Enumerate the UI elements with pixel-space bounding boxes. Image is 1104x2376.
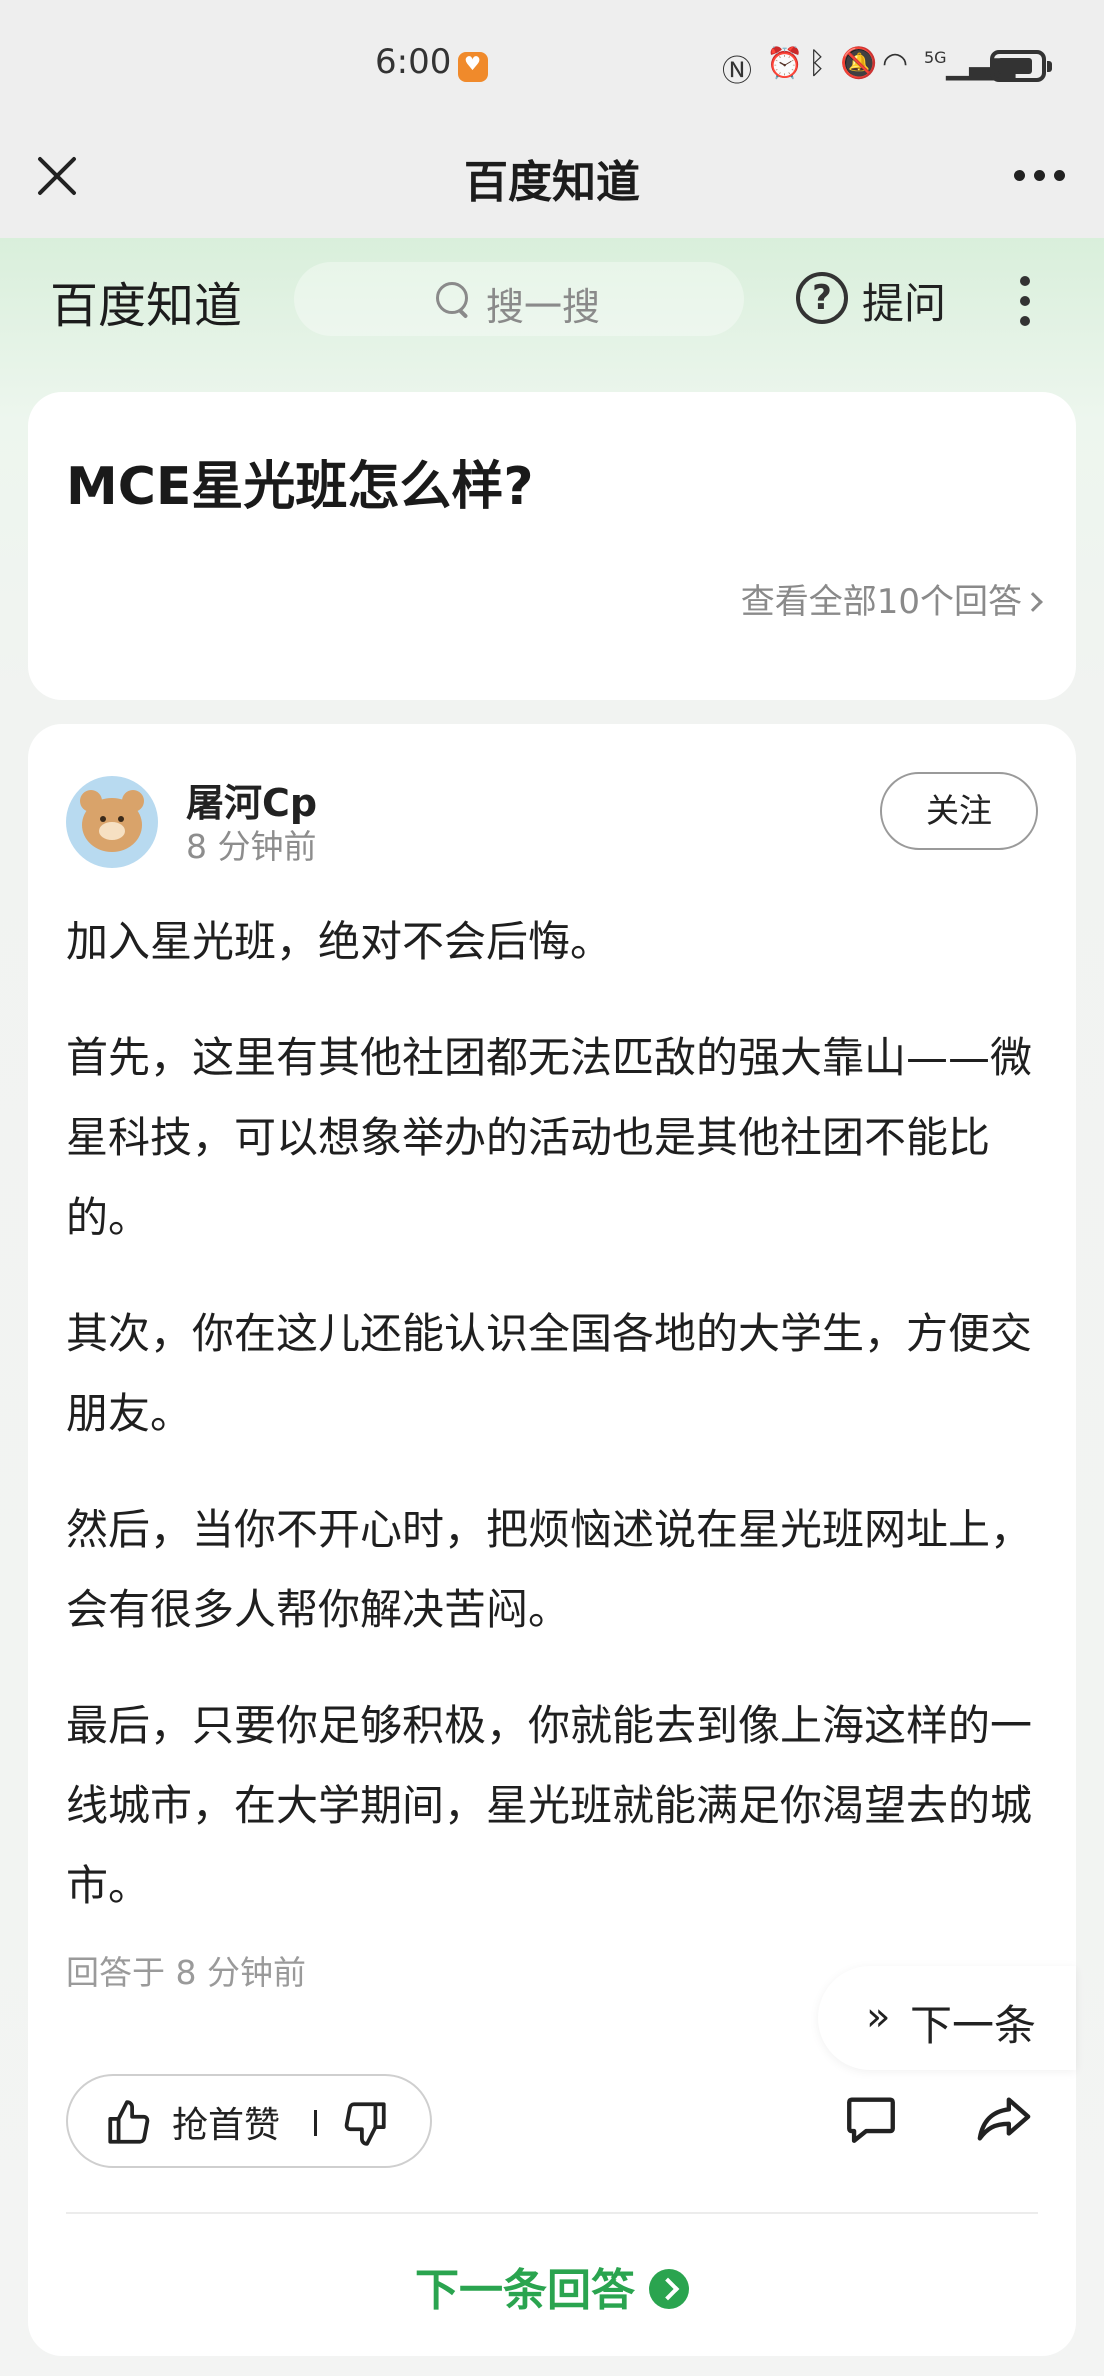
post-time: 8 分钟前 — [186, 827, 317, 866]
next-item-floating-button[interactable]: » 下一条 — [818, 1966, 1076, 2070]
next-answer-button[interactable]: 下一条回答 — [28, 2254, 1076, 2318]
share-icon[interactable] — [974, 2090, 1034, 2148]
thumbs-up-icon[interactable] — [104, 2098, 154, 2148]
chevron-right-icon — [1023, 592, 1043, 612]
title-bar: 百度知道 — [0, 130, 1104, 238]
site-header: 百度知道 搜一搜 ? 提问 — [0, 238, 1104, 358]
answered-time: 回答于 8 分钟前 — [66, 1953, 306, 1992]
arrow-right-circle-icon — [649, 2269, 689, 2309]
ask-question-button[interactable]: ? 提问 — [796, 268, 956, 328]
next-answer-label: 下一条回答 — [415, 2265, 635, 2316]
search-input[interactable]: 搜一搜 — [294, 262, 744, 336]
answer-paragraph: 首先，这里有其他社团都无法匹敌的强大靠山——微星科技，可以想象举办的活动也是其他… — [66, 1033, 1033, 1242]
status-bar: 6:00 Ⓝ ⏰ ᛒ 🔕 ◠ 5G ▁▃▅ — [0, 0, 1104, 130]
app-notification-icon — [458, 52, 488, 82]
avatar[interactable] — [66, 776, 158, 868]
answer-paragraph: 其次，你在这儿还能认识全国各地的大学生，方便交朋友。 — [66, 1309, 1033, 1438]
divider — [66, 2212, 1038, 2214]
view-all-answers-link[interactable]: 查看全部10个回答 — [740, 574, 1043, 623]
battery-icon — [990, 50, 1052, 82]
search-icon — [436, 282, 470, 316]
question-card: MCE星光班怎么样? 查看全部10个回答 — [28, 392, 1076, 700]
nfc-icon: Ⓝ — [722, 54, 752, 89]
mute-icon: 🔕 — [840, 46, 878, 81]
thumbs-down-icon[interactable] — [340, 2098, 390, 2148]
alarm-icon: ⏰ — [766, 46, 804, 81]
search-placeholder: 搜一搜 — [486, 285, 601, 329]
double-chevron-right-icon: » — [866, 1994, 891, 2040]
vote-divider — [314, 2110, 317, 2136]
ask-label: 提问 — [862, 279, 947, 328]
username[interactable]: 屠河Cp — [186, 772, 317, 827]
brand-logo[interactable]: 百度知道 — [50, 266, 242, 336]
more-options-icon[interactable] — [1014, 170, 1066, 182]
question-title: MCE星光班怎么样? — [66, 457, 534, 517]
follow-button[interactable]: 关注 — [880, 772, 1038, 850]
answer-paragraph: 最后，只要你足够积极，你就能去到像上海这样的一线城市，在大学期间，星光班就能满足… — [66, 1701, 1033, 1910]
answer-paragraph: 加入星光班，绝对不会后悔。 — [66, 917, 613, 966]
answer-body: 加入星光班，绝对不会后悔。 首先，这里有其他社团都无法匹敌的强大靠山——微星科技… — [66, 902, 1046, 1962]
next-item-label: 下一条 — [910, 2001, 1037, 2050]
menu-icon[interactable] — [1020, 276, 1032, 326]
view-all-label: 查看全部10个回答 — [740, 582, 1022, 622]
question-mark-icon: ? — [796, 272, 848, 324]
bluetooth-icon: ᛒ — [808, 46, 826, 81]
comment-icon[interactable] — [842, 2090, 900, 2148]
wifi-icon: ◠ — [882, 46, 909, 81]
answer-card: 屠河Cp 8 分钟前 关注 加入星光班，绝对不会后悔。 首先，这里有其他社团都无… — [28, 724, 1076, 2356]
like-label[interactable]: 抢首赞 — [172, 2096, 280, 2148]
network-type: 5G — [924, 48, 947, 67]
status-time: 6:00 — [375, 42, 452, 82]
vote-pill: 抢首赞 — [66, 2074, 432, 2168]
page-title: 百度知道 — [464, 157, 640, 208]
answer-paragraph: 然后，当你不开心时，把烦恼述说在星光班网址上，会有很多人帮你解决苦闷。 — [66, 1505, 1033, 1634]
